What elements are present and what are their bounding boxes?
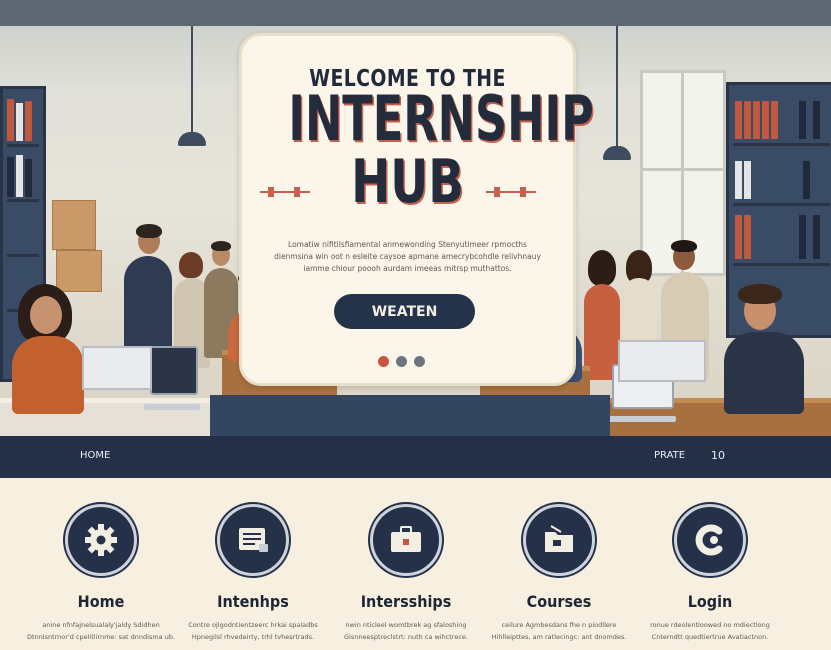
hero-top-strip xyxy=(0,0,831,26)
feature-description: Contre ojlgodntientzeerc hrkai spaladbs … xyxy=(188,621,318,641)
laptop-illustration xyxy=(144,346,200,410)
pendant-lamp-illustration xyxy=(603,146,631,160)
computer-monitor-illustration xyxy=(618,340,706,382)
front-counter-illustration xyxy=(210,395,610,436)
hero-cta-button[interactable]: WEATEN xyxy=(334,294,475,329)
carousel-dots xyxy=(378,354,432,372)
cardboard-box-illustration xyxy=(52,200,96,250)
left-ornament-icon xyxy=(260,186,310,198)
feature-title: Intenhps xyxy=(217,592,289,611)
feature-intersships[interactable]: Intersships nwin nticleel womtbrek ag sf… xyxy=(326,504,486,643)
navigation-bar: HOME PRATE 10 xyxy=(0,436,831,478)
carousel-dot-3[interactable] xyxy=(414,356,425,367)
features-section: Home anine nfnfajnelsualaly'jaldy Sdidhe… xyxy=(0,478,831,650)
right-ornament-icon xyxy=(486,186,536,198)
hero-banner: WELCOME TO THE INTERNSHIP HUB Lomatiw ni… xyxy=(0,0,831,436)
hero-title-line-1: INTERNSHIP xyxy=(288,82,594,155)
gear-icon xyxy=(65,504,137,576)
feature-description: ceilure Agmbesdans fhe n piodllere Hihll… xyxy=(491,621,627,641)
computer-monitor-illustration xyxy=(82,346,152,390)
lamp-cord xyxy=(616,26,618,148)
lamp-cord xyxy=(191,26,193,134)
feature-courses[interactable]: Courses ceilure Agmbesdans fhe n piodlle… xyxy=(479,504,639,643)
feature-home[interactable]: Home anine nfnfajnelsualaly'jaldy Sdidhe… xyxy=(21,504,181,643)
login-icon xyxy=(674,504,746,576)
nav-prate-label[interactable]: PRATE xyxy=(654,450,685,461)
feature-description: ronue rdeolentloowed no mdiectlong Cnter… xyxy=(650,621,770,641)
feature-intenhps[interactable]: Intenhps Contre ojlgodntientzeerc hrkai … xyxy=(173,504,333,643)
carousel-dot-2[interactable] xyxy=(396,356,407,367)
welcome-card: WELCOME TO THE INTERNSHIP HUB Lomatiw ni… xyxy=(239,33,594,386)
nav-home-link[interactable]: HOME xyxy=(80,450,110,461)
folder-icon xyxy=(523,504,595,576)
nav-count: 10 xyxy=(711,449,725,462)
feature-title: Login xyxy=(687,592,733,611)
feature-login[interactable]: Login ronue rdeolentloowed no mdiectlong… xyxy=(630,504,790,643)
briefcase-icon xyxy=(370,504,442,576)
feature-description: nwin nticleel womtbrek ag sfaloshing Gis… xyxy=(344,621,468,641)
seated-man-illustration xyxy=(720,284,810,414)
document-icon xyxy=(217,504,289,576)
hero-description: Lomatiw nifitilsfiamental anmewonding St… xyxy=(274,240,541,273)
feature-title: Courses xyxy=(526,592,592,611)
feature-description: anine nfnfajnelsualaly'jaldy Sdidhen Dtn… xyxy=(26,621,176,641)
feature-title: Home xyxy=(77,592,125,611)
feature-title: Intersships xyxy=(360,592,452,611)
carousel-dot-1[interactable] xyxy=(378,356,389,367)
hero-title-line-2: HUB xyxy=(351,147,464,217)
pendant-lamp-illustration xyxy=(178,132,206,146)
seated-woman-illustration xyxy=(8,284,88,414)
